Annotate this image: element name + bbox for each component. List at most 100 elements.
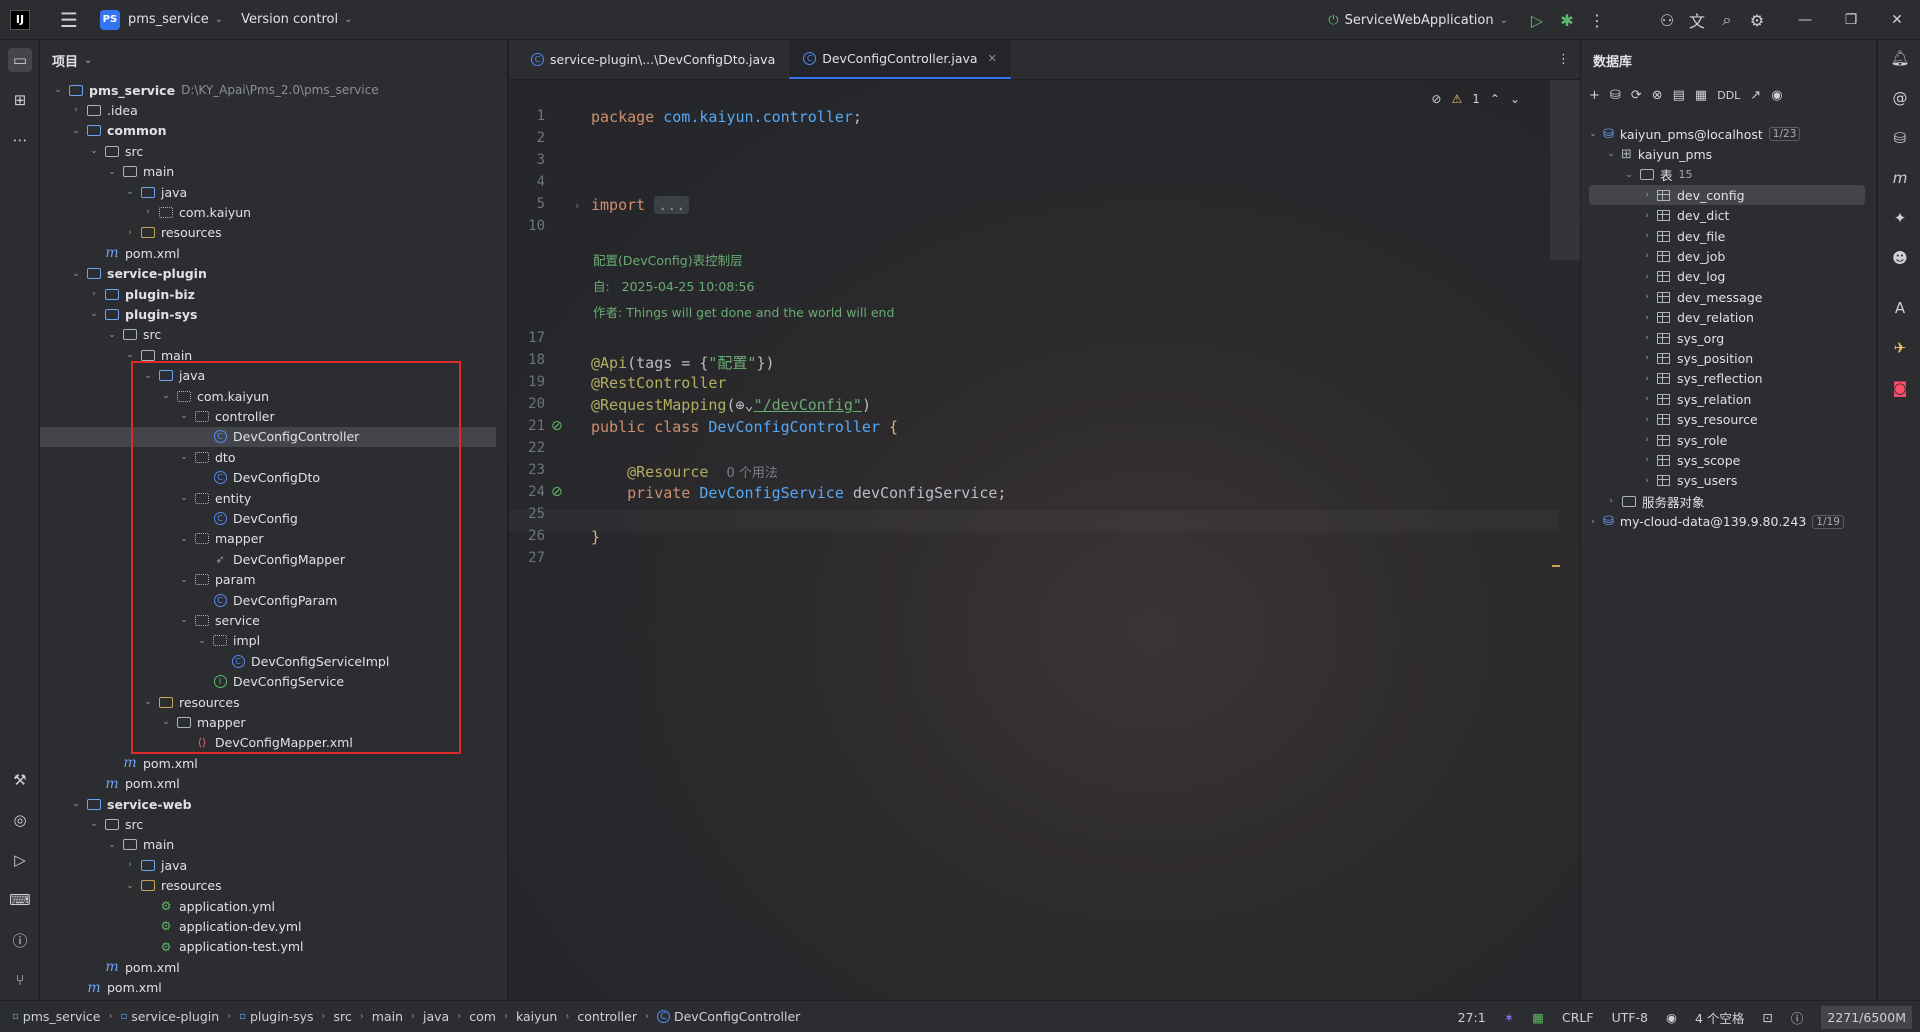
chevron-down-icon[interactable]: ⌄ <box>88 309 100 319</box>
code-line-23[interactable]: @Resource 0 个用法 <box>591 462 778 481</box>
run-icon[interactable]: ▷ <box>1522 11 1552 30</box>
chevron-right-icon[interactable]: › <box>1641 333 1653 343</box>
tree-item[interactable]: › .idea <box>40 100 496 120</box>
console-icon[interactable]: ▤ <box>1673 88 1685 103</box>
table-item[interactable]: › dev_file <box>1581 226 1871 246</box>
build-icon[interactable]: ⚒ <box>8 768 32 792</box>
table-item[interactable]: › sys_users <box>1581 471 1871 491</box>
code-line-20[interactable]: @RequestMapping(⊕⌄"/devConfig") <box>591 396 871 414</box>
table-icon[interactable]: ▦ <box>1695 88 1707 103</box>
more-tools-icon[interactable]: ⋯ <box>8 128 32 152</box>
line-number[interactable]: 26 <box>509 528 545 544</box>
project-panel-header[interactable]: 项目 ⌄ <box>40 40 507 80</box>
table-item[interactable]: › sys_org <box>1581 328 1871 348</box>
line-number[interactable]: 27 <box>509 550 545 566</box>
chevron-down-icon[interactable]: ⌄ <box>124 350 136 360</box>
inspection-widget[interactable]: ⊘ ⚠ 1 ⌃ ⌄ <box>1431 92 1520 106</box>
vcs-selector[interactable]: Version control ⌄ <box>241 12 352 27</box>
chevron-down-icon[interactable]: ⌄ <box>70 269 82 279</box>
chevron-right-icon[interactable]: › <box>1641 435 1653 445</box>
search-icon[interactable]: ⌕ <box>1712 10 1742 30</box>
chevron-right-icon[interactable]: › <box>1641 353 1653 363</box>
translation-icon[interactable]: A <box>1888 296 1912 320</box>
tree-item[interactable]: m pom.xml <box>40 957 496 977</box>
close-tab-icon[interactable]: ✕ <box>988 52 997 65</box>
chevron-right-icon[interactable]: › <box>1641 476 1653 486</box>
line-number[interactable]: 21 <box>509 418 545 434</box>
restore-button[interactable]: ❐ <box>1828 12 1874 28</box>
breadcrumb-item[interactable]: ▫ plugin-sys <box>239 1009 313 1024</box>
jump-icon[interactable]: ↗ <box>1750 88 1761 103</box>
breadcrumb-item[interactable]: main <box>372 1009 403 1024</box>
line-number[interactable]: 4 <box>509 174 545 190</box>
chevron-right-icon[interactable]: › <box>124 228 136 238</box>
breadcrumb-item[interactable]: java <box>423 1009 449 1024</box>
disconnect-icon[interactable]: ⊗ <box>1652 88 1663 103</box>
tables-folder-item[interactable]: ⌄ 表 15 <box>1581 165 1871 185</box>
ddl-button[interactable]: DDL <box>1717 89 1740 102</box>
avatar-plugin-icon[interactable]: ☻ <box>1888 246 1912 270</box>
code-line-26[interactable]: } <box>591 528 600 546</box>
breadcrumb-item[interactable]: C DevConfigController <box>656 1009 800 1024</box>
tab-options-icon[interactable]: ⋮ <box>1557 52 1570 67</box>
tab-devconfigdto[interactable]: C service-plugin\...\DevConfigDto.java <box>517 40 789 79</box>
chevron-right-icon[interactable]: › <box>1641 272 1653 282</box>
project-selector[interactable]: pms_service ⌄ <box>128 12 223 27</box>
tree-item[interactable]: ⌄ java <box>40 182 496 202</box>
chevron-right-icon[interactable]: › <box>1641 251 1653 261</box>
tree-item[interactable]: ⚙ application.yml <box>40 896 496 916</box>
chevron-down-icon[interactable]: ⌄ <box>88 146 100 156</box>
tree-item[interactable]: ⌄ plugin-sys <box>40 304 496 324</box>
plugin-icon[interactable]: ✦ <box>1888 206 1912 230</box>
chevron-right-icon[interactable]: › <box>1641 190 1653 200</box>
breadcrumb-item[interactable]: kaiyun <box>516 1009 557 1024</box>
error-stripe[interactable] <box>1550 80 1580 260</box>
line-number[interactable]: 3 <box>509 152 545 168</box>
line-number[interactable]: 18 <box>509 352 545 368</box>
datasource-properties-icon[interactable]: ⛁ <box>1610 88 1621 103</box>
line-separator[interactable]: CRLF <box>1562 1010 1594 1025</box>
chevron-right-icon[interactable]: › <box>1641 455 1653 465</box>
eye-icon[interactable]: ◉ <box>1666 1010 1677 1025</box>
code-line-18[interactable]: @Api(tags = {"配置"}) <box>591 352 775 373</box>
line-number[interactable]: 5 <box>509 196 545 212</box>
folded-imports[interactable]: ... <box>654 196 690 214</box>
breadcrumb-item[interactable]: ▫ service-plugin <box>120 1009 219 1024</box>
tree-item[interactable]: m pom.xml <box>40 243 496 263</box>
tree-item[interactable]: ⌄ service-web <box>40 794 496 814</box>
chevron-up-icon[interactable]: ⌃ <box>1490 92 1500 106</box>
line-number[interactable]: 19 <box>509 374 545 390</box>
caret-position[interactable]: 27:1 <box>1458 1010 1486 1025</box>
table-item[interactable]: › dev_log <box>1581 267 1871 287</box>
chevron-down-icon[interactable]: ⌄ <box>106 330 118 340</box>
line-number[interactable]: 1 <box>509 108 545 124</box>
tree-item[interactable]: ⌄ common <box>40 121 496 141</box>
warning-marker[interactable] <box>1552 565 1560 567</box>
chevron-down-icon[interactable]: ⌄ <box>70 126 82 136</box>
tree-item[interactable]: › plugin-biz <box>40 284 496 304</box>
table-item[interactable]: › sys_reflection <box>1581 369 1871 389</box>
tree-item[interactable]: ⌄ src <box>40 141 496 161</box>
code-line-24[interactable]: private DevConfigService devConfigServic… <box>591 484 1006 502</box>
tree-item[interactable]: ⌄ pms_service D:\KY_Apai\Pms_2.0\pms_servi… <box>40 80 496 100</box>
breadcrumb-item[interactable]: ▫ pms_service <box>12 1009 100 1024</box>
maven-icon[interactable]: m <box>1888 166 1912 190</box>
bird-icon[interactable]: ✈ <box>1888 336 1912 360</box>
run-configuration-selector[interactable]: ⏻ ServiceWebApplication ⌄ <box>1328 13 1508 28</box>
chevron-down-icon[interactable]: ⌄ <box>124 187 136 197</box>
line-number[interactable]: 17 <box>509 330 545 346</box>
line-number[interactable]: 10 <box>509 218 545 234</box>
tree-item[interactable]: ⌄ main <box>40 835 496 855</box>
tree-item[interactable]: › com.kaiyun <box>40 202 496 222</box>
chevron-down-icon[interactable]: ⌄ <box>70 799 82 809</box>
tree-item[interactable]: m pom.xml <box>40 774 496 794</box>
notifications-icon[interactable]: 🔔︎ <box>1888 46 1912 70</box>
tab-devconfigcontroller[interactable]: C DevConfigController.java ✕ <box>789 40 1011 79</box>
line-number[interactable]: 23 <box>509 462 545 478</box>
tree-item[interactable]: ⚙ application-dev.yml <box>40 916 496 936</box>
chevron-down-icon[interactable]: ⌄ <box>1587 129 1599 139</box>
chevron-right-icon[interactable]: › <box>1641 292 1653 302</box>
database-icon[interactable]: ⛁ <box>1888 126 1912 150</box>
code-line-5[interactable]: import ... <box>591 196 690 214</box>
ai-assistant-icon[interactable]: @ <box>1888 86 1912 110</box>
